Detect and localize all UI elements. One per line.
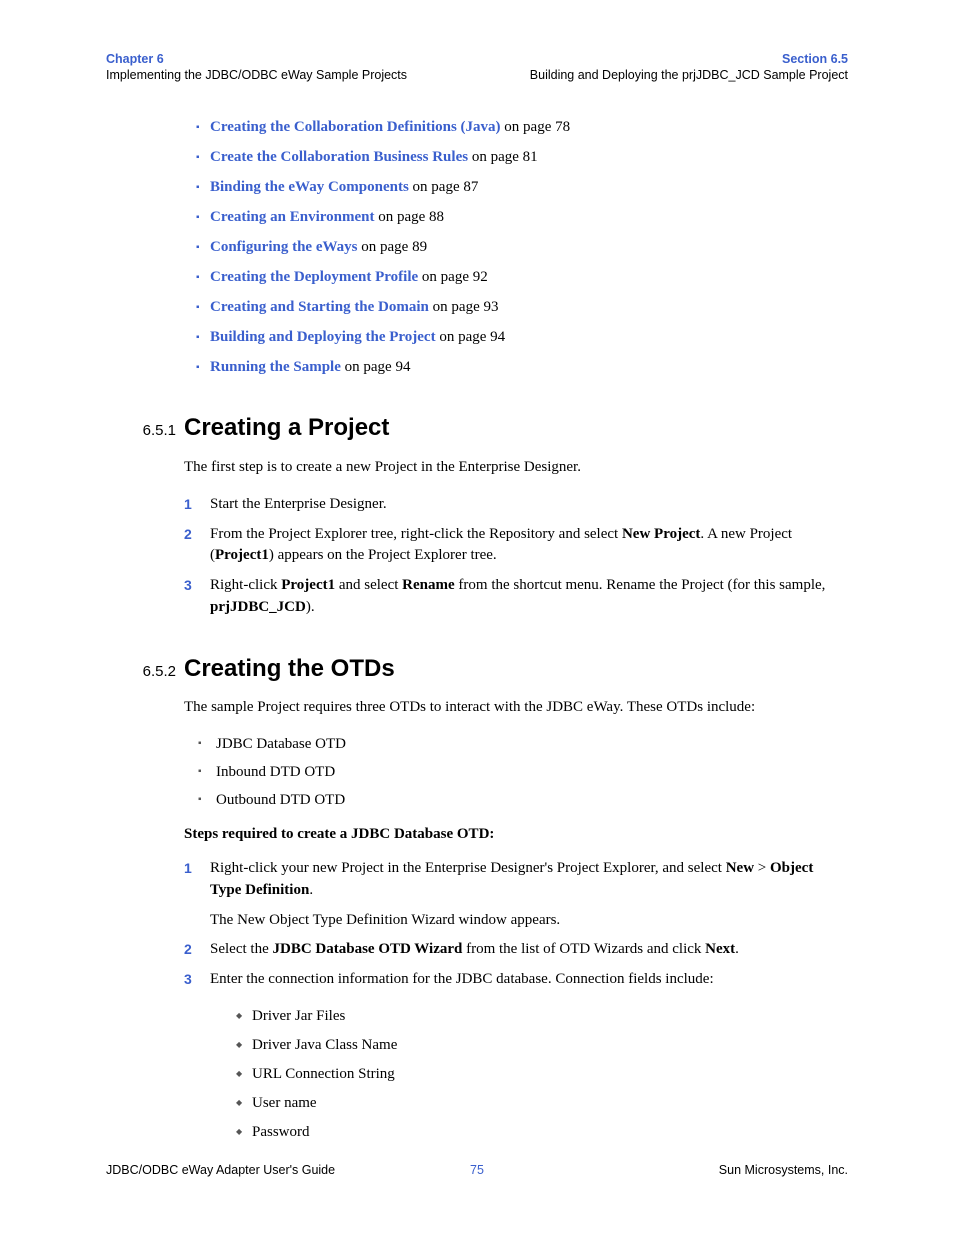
toc-item: ▪Binding the eWay Components on page 87 (196, 177, 848, 198)
section-title: Creating the OTDs (184, 655, 395, 682)
list-item: JDBC Database OTD (198, 734, 848, 755)
otd-list: JDBC Database OTD Inbound DTD OTD Outbou… (198, 734, 848, 811)
step-1: 1 Start the Enterprise Designer. (184, 494, 848, 516)
list-item: Driver Jar Files (236, 1006, 848, 1027)
step-number: 2 (184, 939, 192, 959)
toc-page-ref: on page 88 (374, 209, 444, 225)
chapter-subtitle: Implementing the JDBC/ODBC eWay Sample P… (106, 68, 407, 84)
section-651-intro: The first step is to create a new Projec… (184, 457, 848, 479)
bullet-icon: ▪ (196, 151, 210, 165)
section-number: 6.5.1 (106, 422, 176, 440)
list-item: Password (236, 1122, 848, 1143)
step-text: Right-click Project1 and select Rename f… (210, 577, 825, 615)
toc-item: ▪Creating and Starting the Domain on pag… (196, 297, 848, 318)
page-header: Chapter 6 Implementing the JDBC/ODBC eWa… (106, 52, 848, 83)
steps-heading: Steps required to create a JDBC Database… (184, 826, 848, 843)
footer-page-number: 75 (470, 1163, 484, 1177)
header-left: Chapter 6 Implementing the JDBC/ODBC eWa… (106, 52, 407, 83)
list-item: User name (236, 1093, 848, 1114)
toc-list: ▪Creating the Collaboration Definitions … (196, 117, 848, 378)
toc-link[interactable]: Create the Collaboration Business Rules (210, 149, 468, 165)
footer-doc-title: JDBC/ODBC eWay Adapter User's Guide (106, 1163, 335, 1177)
toc-link[interactable]: Configuring the eWays (210, 239, 358, 255)
section-subtitle: Building and Deploying the prjJDBC_JCD S… (530, 68, 848, 84)
bullet-icon: ▪ (196, 241, 210, 255)
page-footer: JDBC/ODBC eWay Adapter User's Guide 75 S… (106, 1163, 848, 1177)
step-number: 3 (184, 575, 192, 595)
toc-link[interactable]: Creating an Environment (210, 209, 374, 225)
toc-item: ▪Creating the Deployment Profile on page… (196, 267, 848, 288)
step-text: Right-click your new Project in the Ente… (210, 860, 813, 898)
list-item: Outbound DTD OTD (198, 790, 848, 811)
toc-link[interactable]: Running the Sample (210, 359, 341, 375)
section-title: Creating a Project (184, 414, 389, 441)
toc-page-ref: on page 78 (501, 119, 571, 135)
toc-page-ref: on page 94 (341, 359, 411, 375)
list-item: Driver Java Class Name (236, 1035, 848, 1056)
toc-page-ref: on page 94 (436, 329, 506, 345)
toc-link[interactable]: Creating and Starting the Domain (210, 299, 429, 315)
section-651-steps: 1 Start the Enterprise Designer. 2 From th… (184, 494, 848, 619)
section-number: 6.5.2 (106, 663, 176, 681)
toc-item: ▪Configuring the eWays on page 89 (196, 237, 848, 258)
step-number: 2 (184, 524, 192, 544)
toc-item: ▪Building and Deploying the Project on p… (196, 327, 848, 348)
step-3: 3 Enter the connection information for th… (184, 969, 848, 991)
toc-link[interactable]: Creating the Deployment Profile (210, 269, 418, 285)
chapter-label: Chapter 6 (106, 52, 407, 68)
section-652-steps: 1 Right-click your new Project in the Ent… (184, 858, 848, 991)
bullet-icon: ▪ (196, 271, 210, 285)
step-2: 2 Select the JDBC Database OTD Wizard fro… (184, 939, 848, 961)
step-3: 3 Right-click Project1 and select Rename … (184, 575, 848, 619)
section-651-heading: 6.5.1 Creating a Project (106, 414, 848, 443)
footer-company: Sun Microsystems, Inc. (719, 1163, 848, 1177)
bullet-icon: ▪ (196, 301, 210, 315)
step-text: Start the Enterprise Designer. (210, 496, 387, 512)
step-number: 3 (184, 969, 192, 989)
toc-page-ref: on page 93 (429, 299, 499, 315)
step-text: Enter the connection information for the… (210, 971, 714, 987)
list-item: URL Connection String (236, 1064, 848, 1085)
step-text: From the Project Explorer tree, right-cl… (210, 526, 792, 564)
toc-item: ▪Creating the Collaboration Definitions … (196, 117, 848, 138)
section-652-intro: The sample Project requires three OTDs t… (184, 697, 848, 719)
page: Chapter 6 Implementing the JDBC/ODBC eWa… (0, 0, 954, 1235)
step-1-note: The New Object Type Definition Wizard wi… (210, 910, 848, 932)
step-2: 2 From the Project Explorer tree, right-c… (184, 524, 848, 568)
list-item: Inbound DTD OTD (198, 762, 848, 783)
bullet-icon: ▪ (196, 181, 210, 195)
toc-link[interactable]: Building and Deploying the Project (210, 329, 436, 345)
bullet-icon: ▪ (196, 361, 210, 375)
toc-page-ref: on page 87 (409, 179, 479, 195)
bullet-icon: ▪ (196, 331, 210, 345)
section-label: Section 6.5 (530, 52, 848, 68)
connection-fields-list: Driver Jar Files Driver Java Class Name … (236, 1006, 848, 1143)
toc-item: ▪Creating an Environment on page 88 (196, 207, 848, 228)
toc-page-ref: on page 81 (468, 149, 538, 165)
toc-link[interactable]: Binding the eWay Components (210, 179, 409, 195)
toc-page-ref: on page 92 (418, 269, 488, 285)
toc-link[interactable]: Creating the Collaboration Definitions (… (210, 119, 501, 135)
step-text: Select the JDBC Database OTD Wizard from… (210, 941, 739, 957)
toc-item: ▪Create the Collaboration Business Rules… (196, 147, 848, 168)
bullet-icon: ▪ (196, 121, 210, 135)
header-right: Section 6.5 Building and Deploying the p… (530, 52, 848, 83)
toc-page-ref: on page 89 (358, 239, 428, 255)
bullet-icon: ▪ (196, 211, 210, 225)
toc-item: ▪Running the Sample on page 94 (196, 357, 848, 378)
step-number: 1 (184, 858, 192, 878)
step-number: 1 (184, 494, 192, 514)
step-1: 1 Right-click your new Project in the Ent… (184, 858, 848, 931)
section-652-heading: 6.5.2 Creating the OTDs (106, 655, 848, 684)
